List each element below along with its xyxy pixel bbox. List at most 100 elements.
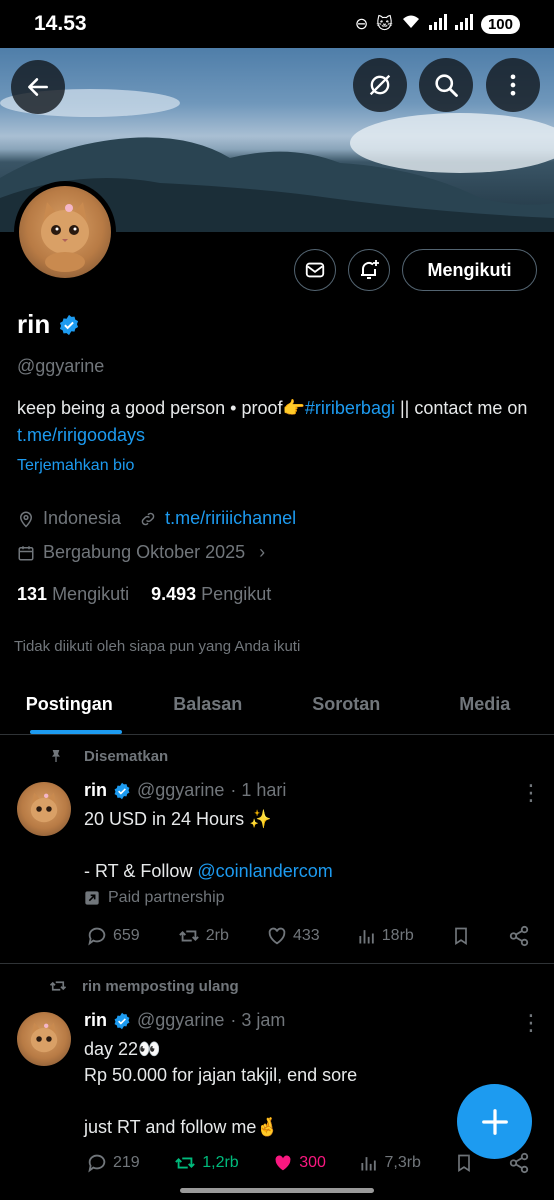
like-button[interactable]: 433 <box>266 925 320 947</box>
message-button[interactable] <box>294 249 336 291</box>
notifications-button[interactable] <box>348 249 390 291</box>
arrow-left-icon <box>28 78 48 96</box>
post-more-button[interactable]: ⋮ <box>520 780 542 806</box>
status-time: 14.53 <box>34 12 87 35</box>
translate-bio-link[interactable]: Terjemahkan bio <box>17 457 134 475</box>
followers-label: Pengikut <box>201 584 272 604</box>
followers-stat[interactable]: 9.493 Pengikut <box>151 584 271 605</box>
tab-media[interactable]: Media <box>416 675 554 734</box>
mail-icon <box>305 262 325 278</box>
profile-meta-row: Indonesia t.me/ririiichannel <box>17 508 296 529</box>
views-button[interactable]: 7,3rb <box>359 1153 421 1173</box>
dnd-icon: ⊖ <box>354 16 369 33</box>
share-button[interactable] <box>508 1152 530 1174</box>
repost-icon <box>49 981 67 991</box>
repost-context: rin memposting ulang <box>48 977 239 995</box>
location-pin-icon <box>19 511 33 528</box>
search-icon <box>435 74 458 97</box>
post-author-handle: @ggyarine <box>137 780 225 800</box>
bookmark-button[interactable] <box>451 925 471 947</box>
profile-location: Indonesia <box>43 508 122 528</box>
back-button[interactable] <box>11 60 65 114</box>
following-stat[interactable]: 131 Mengikuti <box>17 584 129 605</box>
reply-icon <box>88 927 106 946</box>
pinned-label: Disematkan <box>84 747 169 765</box>
followers-count: 9.493 <box>151 584 197 604</box>
reply-button[interactable]: 659 <box>86 925 140 947</box>
not-followed-note: Tidak diikuti oleh siapa pun yang Anda i… <box>14 638 301 655</box>
post-mention-link[interactable]: @coinlandercom <box>197 861 332 881</box>
paid-partnership-icon <box>85 891 99 905</box>
more-vertical-icon <box>510 74 516 96</box>
following-label: Mengikuti <box>52 584 130 604</box>
wifi-icon <box>401 14 421 35</box>
profile-joined-row[interactable]: Bergabung Oktober 2025 › <box>17 542 265 563</box>
bio-text-2: || contact me on <box>394 398 528 418</box>
verified-badge-icon <box>114 782 130 799</box>
signal-icon <box>428 13 447 35</box>
cat-avatar-icon <box>30 1022 58 1053</box>
tab-sorotan[interactable]: Sorotan <box>277 675 416 734</box>
profile-avatar[interactable] <box>14 181 116 283</box>
post-avatar[interactable] <box>17 1012 71 1066</box>
tab-postingan[interactable]: Postingan <box>0 675 139 734</box>
share-icon <box>509 925 529 947</box>
reply-button[interactable]: 219 <box>86 1152 140 1174</box>
cat-avatar-icon <box>30 792 58 823</box>
post-divider <box>0 963 554 964</box>
compose-post-button[interactable] <box>457 1084 532 1159</box>
bio-link[interactable]: t.me/ririgoodays <box>17 425 145 445</box>
share-icon <box>509 1152 529 1174</box>
profile-website-link[interactable]: t.me/ririiichannel <box>165 508 296 529</box>
profile-joined: Bergabung Oktober 2025 <box>43 542 246 562</box>
views-button[interactable]: 18rb <box>357 926 414 946</box>
post-avatar[interactable] <box>17 782 71 836</box>
like-count: 433 <box>292 927 320 944</box>
bell-plus-icon <box>361 260 379 279</box>
views-count: 7,3rb <box>384 1154 421 1171</box>
cat-icon: 🐱 <box>376 16 393 33</box>
repost-icon <box>178 930 199 942</box>
share-button[interactable] <box>508 925 530 947</box>
post-time: · 3 jam <box>230 1010 286 1030</box>
paid-partnership-label: Paid partnership <box>84 889 225 907</box>
home-indicator[interactable] <box>180 1188 374 1193</box>
chevron-right-icon: › <box>259 542 266 562</box>
post-actions: 219 1,2rb 300 7,3rb <box>86 1152 530 1174</box>
bookmark-icon <box>455 927 467 946</box>
views-icon <box>361 1157 377 1171</box>
reply-icon <box>88 1154 106 1173</box>
profile-stats: 131 Mengikuti 9.493 Pengikut <box>17 584 271 605</box>
post-header: rin @ggyarine · 3 jam <box>84 1010 285 1031</box>
post-author-name[interactable]: rin <box>84 1010 107 1031</box>
post-author-name[interactable]: rin <box>84 780 107 801</box>
like-button[interactable]: 300 <box>272 1152 326 1174</box>
post-more-button[interactable]: ⋮ <box>520 1010 542 1036</box>
bio-hashtag-link[interactable]: #ririberbagi <box>305 398 395 418</box>
tab-balasan[interactable]: Balasan <box>139 675 278 734</box>
profile-name: rin <box>17 309 51 339</box>
profile-handle: @ggyarine <box>17 356 105 376</box>
post-time: · 1 hari <box>230 780 287 800</box>
repost-context-label: rin memposting ulang <box>82 977 239 995</box>
following-count: 131 <box>17 584 48 604</box>
search-button[interactable] <box>419 58 473 112</box>
status-bar: 14.53 ⊖ 🐱 100 <box>0 0 554 48</box>
more-options-button[interactable] <box>486 58 540 112</box>
profile-bio: keep being a good person • proof👉#riribe… <box>17 395 537 449</box>
calendar-icon <box>18 545 34 560</box>
repost-button[interactable]: 1,2rb <box>173 1152 239 1174</box>
heart-filled-icon <box>275 1155 291 1171</box>
grok-button[interactable] <box>353 58 407 112</box>
verified-badge-icon <box>60 314 79 335</box>
profile-tabs: Postingan Balasan Sorotan Media <box>0 675 554 735</box>
repost-count: 2rb <box>205 927 229 944</box>
repost-button[interactable]: 2rb <box>177 925 229 947</box>
link-icon <box>141 512 155 525</box>
paid-partnership-text: Paid partnership <box>108 889 225 906</box>
following-button[interactable]: Mengikuti <box>402 249 537 291</box>
bookmark-button[interactable] <box>454 1152 474 1174</box>
repost-icon <box>175 1157 196 1169</box>
post-text: 20 USD in 24 Hours ✨ - RT & Follow @coin… <box>84 806 524 884</box>
pinned-context: Disematkan <box>48 747 168 765</box>
